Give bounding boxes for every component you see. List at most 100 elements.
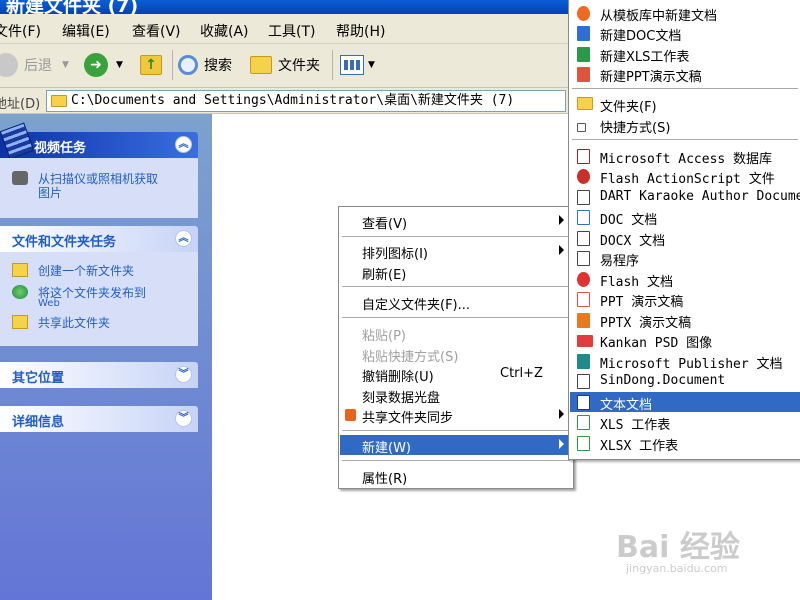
submenu-item-dart-karaoke[interactable]: DART Karaoke Author Document [570,187,800,207]
submenu-item-publisher[interactable]: Microsoft Publisher 文档 [570,351,800,372]
folder-icon [577,97,593,110]
menu-edit[interactable]: 编辑(E) [62,21,110,41]
menu-favorites[interactable]: 收藏(A) [200,21,249,41]
menu-item-paste-shortcut[interactable]: 粘贴快捷方式(S) [340,344,572,365]
views-button[interactable]: ▼ [340,50,375,80]
task-new-folder[interactable]: 创建一个新文件夹 [12,262,192,278]
video-tasks-title: 视频任务 [34,141,87,156]
folder-icon [51,95,67,107]
details-header[interactable]: 详细信息 ︾ [0,406,198,432]
submenu-item-shortcut[interactable]: 快捷方式(S) [570,115,800,136]
task-label: 图片 [38,186,63,200]
back-label: 后退 [24,58,52,74]
submenu-item-new-ppt[interactable]: 新建PPT演示文稿 [570,64,800,85]
task-share-folder[interactable]: 共享此文件夹 [12,314,192,330]
submenu-item-pptx[interactable]: PPTX 演示文稿 [570,310,800,331]
submenu-item-ppt[interactable]: PPT 演示文稿 [570,289,800,310]
task-label: 共享此文件夹 [38,316,111,330]
collapse-icon[interactable]: ︽ [175,230,192,247]
submenu-item-access-db[interactable]: Microsoft Access 数据库 [570,146,800,167]
folder-icon [250,56,272,74]
access-icon [577,149,590,164]
submenu-arrow-icon [559,439,564,449]
menu-item-view[interactable]: 查看(V) [340,211,572,232]
submenu-item-folder[interactable]: 文件夹(F) [570,94,800,115]
submenu-item-kankan-psd[interactable]: Kankan PSD 图像 [570,330,800,351]
collapse-icon[interactable]: ︽ [175,136,192,153]
toolbar-separator [332,50,333,80]
video-tasks-header[interactable]: 视频任务 ︽ [0,122,198,160]
menu-item-undo-delete[interactable]: 撤销删除(U) Ctrl+Z [340,364,572,385]
doc-icon [577,26,590,41]
task-label: Web [38,298,60,309]
forward-arrow-icon: ➜ [84,53,108,77]
menu-separator [342,317,570,318]
file-tasks-header[interactable]: 文件和文件夹任务 ︽ [0,226,198,252]
back-button[interactable]: 后退 ▼ [0,50,69,80]
menu-item-refresh[interactable]: 刷新(E) [340,262,572,283]
forward-button[interactable]: ➜ ▼ [84,50,123,80]
submenu-item-flash-as[interactable]: Flash ActionScript 文件 [570,166,800,187]
submenu-item-new-doc[interactable]: 新建DOC文档 [570,23,800,44]
ppt-icon [577,67,590,82]
address-value: C:\Documents and Settings\Administrator\… [71,93,515,108]
menu-item-arrange-icons[interactable]: 排列图标(I) [340,241,572,262]
other-places-title: 其它位置 [12,371,65,386]
pptx-file-icon [577,313,590,328]
xlsx-file-icon [577,436,590,451]
submenu-item-from-template[interactable]: 从模板库中新建文档 [570,3,800,24]
menu-item-properties[interactable]: 属性(R) [340,466,572,487]
menu-item-sync-folder[interactable]: 共享文件夹同步 [340,405,572,426]
menu-item-new[interactable]: 新建(W) [340,435,572,456]
search-label: 搜索 [204,58,232,74]
submenu-item-sindong[interactable]: SinDong.Document [570,371,800,391]
search-icon [178,55,198,75]
menu-file[interactable]: 文件(F) [0,21,41,41]
submenu-item-xls[interactable]: XLS 工作表 [570,412,800,433]
shortcut-icon [577,123,586,132]
file-tasks-title: 文件和文件夹任务 [12,235,117,250]
back-arrow-icon [0,53,18,77]
expand-icon[interactable]: ︾ [175,410,192,427]
watermark-url: jingyan.baidu.com [626,562,728,575]
publisher-icon [577,354,590,369]
menu-item-customize-folder[interactable]: 自定义文件夹(F)... [340,292,572,313]
views-dropdown-icon: ▼ [368,60,375,70]
eprogram-icon [577,251,590,266]
submenu-item-doc[interactable]: DOC 文档 [570,207,800,228]
film-strip-icon [0,122,35,160]
submenu-item-flash-doc[interactable]: Flash 文档 [570,269,800,290]
menu-item-paste[interactable]: 粘贴(P) [340,323,572,344]
submenu-arrow-icon [559,215,564,225]
up-folder-button[interactable]: ↑ [140,50,162,80]
submenu-item-new-xls[interactable]: 新建XLS工作表 [570,44,800,65]
globe-icon [12,285,28,299]
submenu-item-xlsx[interactable]: XLSX 工作表 [570,433,800,454]
submenu-arrow-icon [559,245,564,255]
menu-tools[interactable]: 工具(T) [268,21,315,41]
submenu-item-docx[interactable]: DOCX 文档 [570,228,800,249]
task-get-pictures[interactable]: 从扫描仪或照相机获取 图片 [12,170,192,200]
expand-icon[interactable]: ︾ [175,366,192,383]
flash-as-icon [577,169,590,184]
menu-separator [342,460,570,461]
other-places-header[interactable]: 其它位置 ︾ [0,362,198,388]
dart-icon [577,190,590,205]
search-button[interactable]: 搜索 [178,50,232,80]
forward-dropdown-icon: ▼ [116,60,123,70]
details-title: 详细信息 [12,415,65,430]
submenu-item-eprogram[interactable]: 易程序 [570,248,800,269]
back-dropdown-icon: ▼ [62,60,69,70]
sync-icon [345,409,356,421]
docx-file-icon [577,231,590,246]
menu-item-burn-disc[interactable]: 刻录数据光盘 [340,385,572,406]
menu-view[interactable]: 查看(V) [132,21,181,41]
doc-file-icon [577,210,590,225]
submenu-item-text-document[interactable]: 文本文档 [570,392,800,413]
context-menu: 查看(V) 排列图标(I) 刷新(E) 自定义文件夹(F)... 粘贴(P) 粘… [338,206,574,489]
menu-help[interactable]: 帮助(H) [336,21,385,41]
folders-button[interactable]: 文件夹 [250,50,320,80]
task-pane: 视频任务 ︽ 从扫描仪或照相机获取 图片 文件和文件夹任务 ︽ 创建一个新文件夹… [0,114,212,600]
task-publish-web[interactable]: 将这个文件夹发布到 Web [12,284,192,314]
address-input[interactable]: C:\Documents and Settings\Administrator\… [46,90,566,112]
